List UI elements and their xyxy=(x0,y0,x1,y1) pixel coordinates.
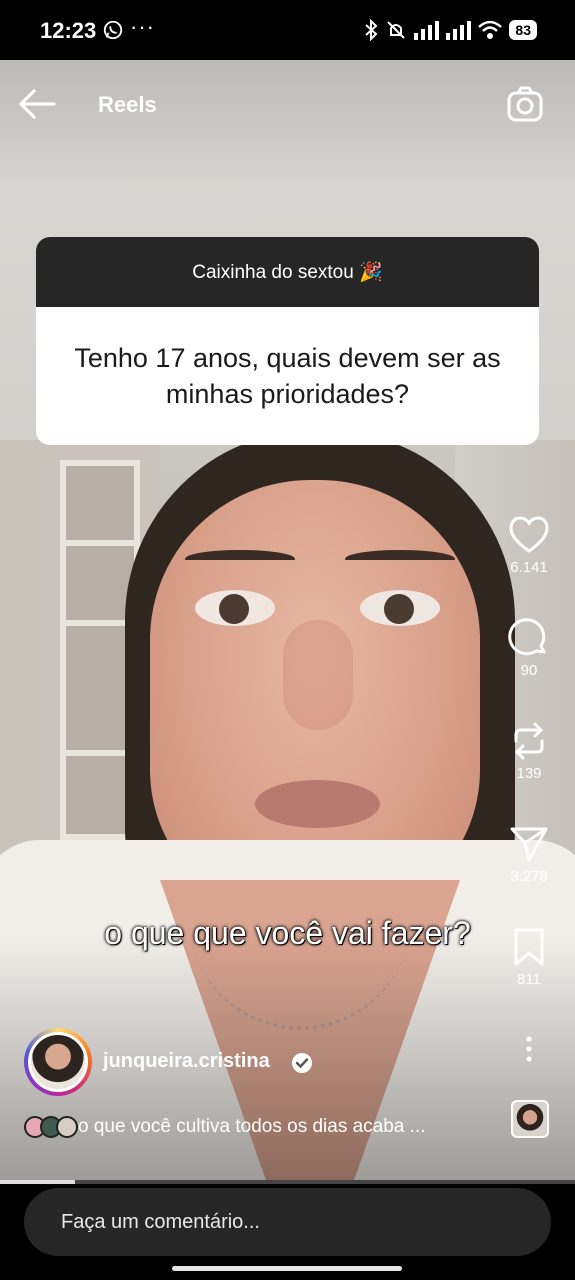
question-sticker-text: Tenho 17 anos, quais devem ser as minhas… xyxy=(74,343,501,409)
like-button[interactable]: 6.141 xyxy=(500,515,558,576)
audio-thumbnail[interactable] xyxy=(511,1100,549,1138)
share-button[interactable]: 3.278 xyxy=(500,824,558,885)
comment-count: 90 xyxy=(520,662,538,679)
more-icon xyxy=(526,1036,532,1062)
repost-icon xyxy=(514,722,544,760)
heart-icon xyxy=(509,516,549,553)
battery-icon: 83 xyxy=(509,20,537,40)
wifi-icon xyxy=(478,20,503,39)
mute-icon xyxy=(387,21,406,39)
bottom-bar: Faça um comentário... xyxy=(0,1184,575,1280)
send-icon xyxy=(510,827,548,862)
bluetooth-icon xyxy=(365,19,378,41)
reel-video[interactable] xyxy=(0,60,575,1180)
signal-icon xyxy=(414,21,440,40)
avatar-image xyxy=(31,1035,85,1089)
author-avatar[interactable] xyxy=(24,1028,92,1096)
author-username[interactable]: junqueira.cristina xyxy=(103,1050,270,1073)
page-title: Reels xyxy=(98,92,157,117)
question-sticker: Caixinha do sextou 🎉 Tenho 17 anos, quai… xyxy=(36,237,539,445)
status-overflow-dots: ··· xyxy=(130,14,155,39)
liker-avatar xyxy=(56,1116,78,1138)
comment-icon xyxy=(508,618,546,656)
more-options-button[interactable] xyxy=(500,1036,558,1064)
like-count: 6.141 xyxy=(510,559,548,576)
status-bar: 12:23 ··· 83 xyxy=(0,0,575,60)
camera-icon[interactable] xyxy=(506,86,544,124)
repost-button[interactable]: 139 xyxy=(500,721,558,782)
verified-icon xyxy=(292,1053,312,1073)
video-overlay-gradient xyxy=(0,60,575,1180)
comment-input[interactable]: Faça um comentário... xyxy=(24,1188,551,1256)
back-arrow-icon[interactable] xyxy=(18,88,56,120)
reel-description[interactable]: o que você cultiva todos os dias acaba .… xyxy=(78,1116,426,1138)
comment-button[interactable]: 90 xyxy=(500,618,558,679)
signal-icon-2 xyxy=(446,21,472,40)
liked-by-avatars[interactable] xyxy=(24,1116,84,1138)
video-caption: o que que você vai fazer? xyxy=(104,915,471,951)
repost-count: 139 xyxy=(516,765,542,782)
whatsapp-icon xyxy=(103,20,123,40)
question-sticker-heading: Caixinha do sextou 🎉 xyxy=(36,237,539,307)
status-time: 12:23 xyxy=(40,18,97,43)
share-count: 3.278 xyxy=(510,868,548,885)
save-count: 811 xyxy=(517,971,541,988)
home-indicator[interactable] xyxy=(172,1266,402,1271)
